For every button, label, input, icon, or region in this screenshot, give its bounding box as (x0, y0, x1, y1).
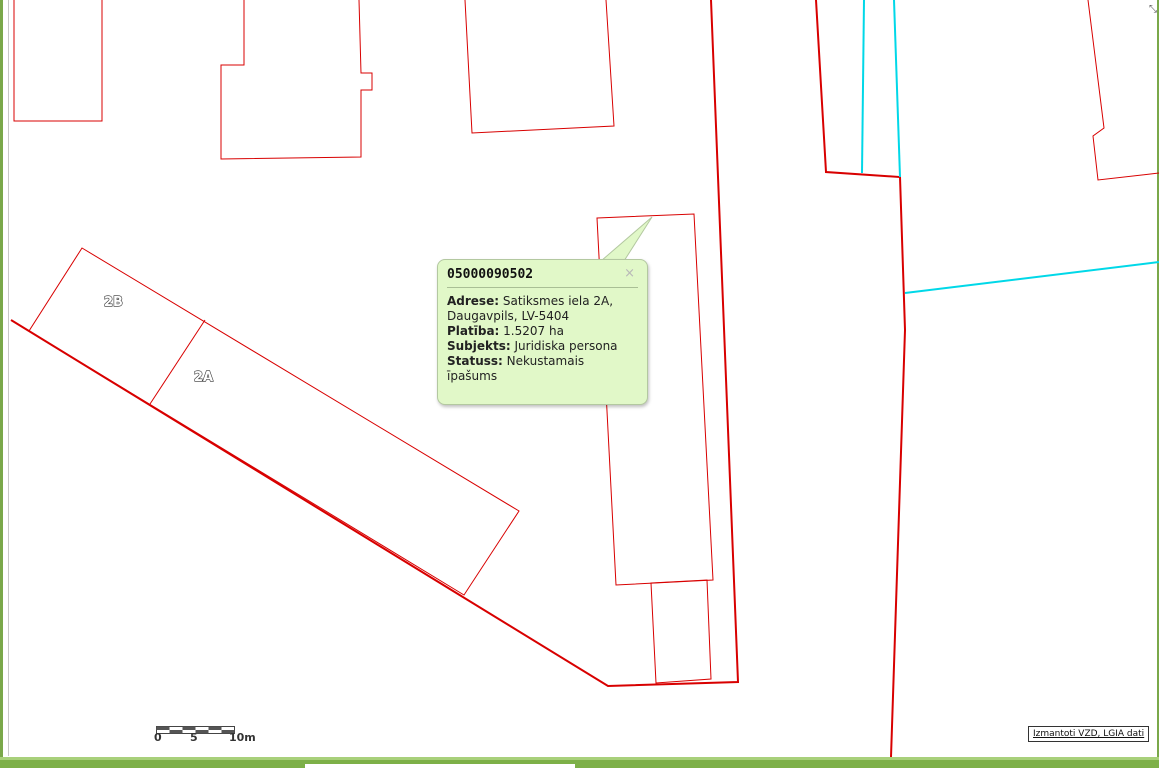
cyan-boundary (904, 261, 1159, 294)
popup-row-address: Adrese: Satiksmes iela 2A, Daugavpils, L… (447, 294, 638, 324)
bottom-bar-gap (305, 764, 575, 768)
parcel-info-popup: 05000090502 × Adrese: Satiksmes iela 2A,… (437, 259, 648, 405)
popup-row-status: Statuss: Nekustamais īpašums (447, 354, 638, 384)
popup-pointer (599, 216, 653, 262)
popup-title: 05000090502 (447, 267, 638, 288)
popup-key: Adrese: (447, 294, 500, 308)
parcel-divider (149, 319, 206, 405)
close-icon[interactable]: × (624, 267, 635, 280)
popup-key: Platība: (447, 324, 500, 338)
expand-icon[interactable]: ⤡ (1149, 5, 1159, 15)
scale-label-10m: 10m (229, 731, 256, 744)
scale-label-5: 5 (190, 731, 198, 744)
building-outline (13, 0, 103, 122)
attribution-link[interactable]: Izmantoti VZD, LGIA dati (1028, 726, 1150, 742)
popup-key: Subjekts: (447, 339, 511, 353)
cyan-boundary (893, 0, 901, 178)
popup-key: Statuss: (447, 354, 503, 368)
scale-bar: 0 5 10m (154, 721, 256, 744)
parcel-label-2a[interactable]: 2A (193, 369, 213, 385)
cyan-boundary (861, 0, 865, 174)
popup-row-subject: Subjekts: Juridiska persona (447, 339, 638, 354)
parcel-boundary (815, 0, 907, 758)
scale-label-0: 0 (154, 731, 162, 744)
bottom-bar-highlight (0, 757, 1159, 760)
building-outline (464, 0, 615, 134)
popup-row-area: Platība: 1.5207 ha (447, 324, 638, 339)
building-outline (1087, 0, 1159, 181)
building-outline (220, 0, 373, 160)
building-outline (650, 579, 712, 684)
parcel-label-2b[interactable]: 2B (103, 294, 123, 310)
popup-value: Juridiska persona (514, 339, 618, 353)
popup-value: 1.5207 ha (503, 324, 564, 338)
